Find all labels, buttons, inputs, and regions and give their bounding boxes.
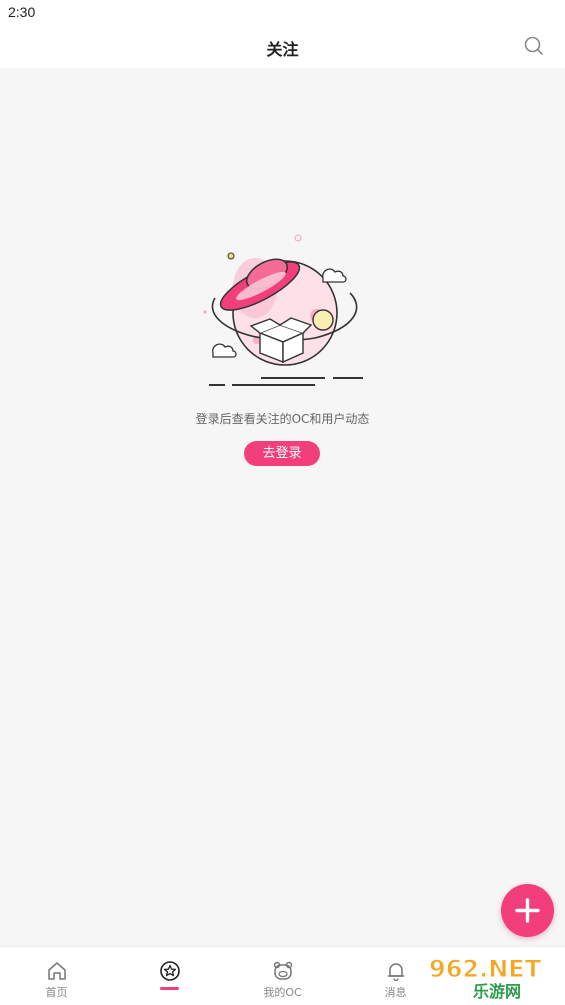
tab-my-oc-label: 我的OC: [263, 986, 302, 999]
home-icon: [48, 962, 66, 980]
top-header: 关注: [0, 24, 565, 68]
star-circle-icon: [160, 961, 180, 981]
ufo-planet-illustration: [203, 234, 363, 386]
tab-home-label: 首页: [45, 986, 68, 999]
add-button[interactable]: [501, 884, 554, 937]
tab-following[interactable]: [113, 947, 226, 1005]
status-bar: 2:30: [0, 0, 565, 24]
active-tab-indicator: [160, 987, 179, 990]
login-button[interactable]: 去登录: [244, 441, 320, 466]
search-icon[interactable]: [522, 34, 546, 58]
page-title: 关注: [266, 40, 299, 59]
tab-home[interactable]: 首页: [0, 947, 113, 1005]
site-watermark: 962.NET 乐游网: [429, 955, 543, 1000]
status-time: 2:30: [8, 4, 36, 20]
bell-icon: [387, 963, 405, 982]
watermark-top: 962.NET: [429, 955, 542, 983]
tab-my-oc[interactable]: 我的OC: [226, 947, 339, 1005]
watermark-bottom: 乐游网: [473, 982, 521, 999]
plus-icon: [515, 898, 540, 923]
mascot-icon: [273, 961, 293, 980]
empty-message: 登录后查看关注的OC和用户动态: [195, 412, 370, 426]
